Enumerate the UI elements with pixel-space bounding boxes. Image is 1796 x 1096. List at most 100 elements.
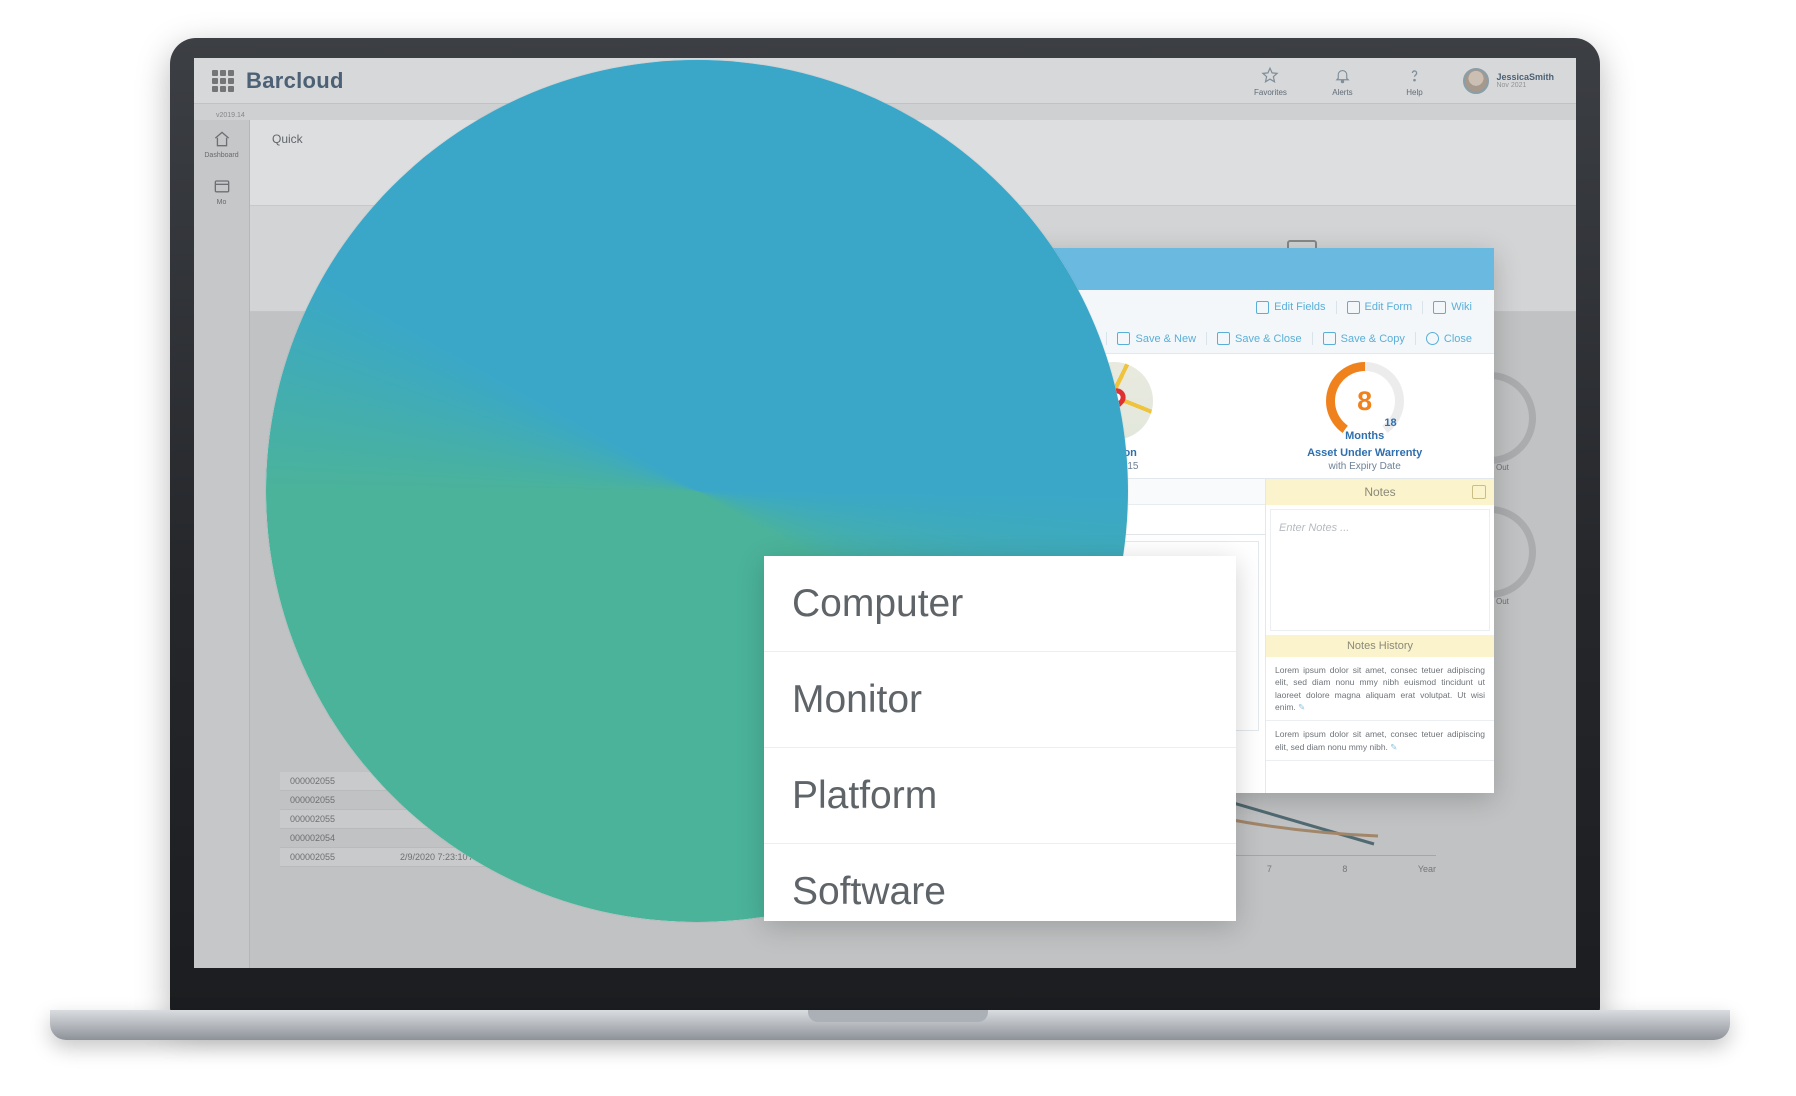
model-dropdown-menu: Computer Monitor Platform Software [764, 556, 1236, 921]
help-button[interactable]: Help [1391, 64, 1437, 97]
section-warranty-maintenance[interactable]: Warranty/Maintenance [438, 774, 729, 807]
list-item: 000002055 [376, 840, 427, 851]
edit-fields-button[interactable]: Edit Fields [1246, 300, 1337, 314]
gauge-total: 18 [1384, 417, 1397, 429]
save-close-icon [1217, 332, 1231, 345]
magnified-form: Asset # Model Choose a Model Asset Name [266, 272, 1128, 504]
notes-history-text: Lorem ipsum dolor sit amet, consec tetue… [1275, 665, 1485, 712]
save-copy-icon [1322, 332, 1336, 345]
sidebar-label-modules: Mo [216, 199, 227, 206]
label-model: Model [356, 341, 441, 376]
user-menu[interactable]: JessicaSmith Nov 2021 [1463, 67, 1554, 94]
dropdown-option-software[interactable]: Software [764, 844, 1236, 940]
save-notes-icon[interactable] [1472, 485, 1486, 499]
notes-history-text: Lorem ipsum dolor sit amet, consec tetue… [1275, 729, 1485, 752]
edit-fields-label: Edit Fields [1274, 301, 1326, 313]
notes-placeholder: Enter Notes ... [1279, 522, 1350, 534]
list-item: 000002055 [376, 880, 427, 891]
asset-name-input[interactable] [686, 399, 1016, 435]
help-label: Help [1406, 88, 1423, 97]
notes-panel: Notes Enter Notes ... Notes History Lore… [1266, 479, 1494, 793]
home-icon [210, 128, 234, 150]
magnified-header-bg [266, 168, 1128, 268]
save-new-label: Save & New [1135, 332, 1197, 345]
sidebar-item-modules[interactable]: Mo [195, 175, 249, 206]
notes-history-header: Notes History [1266, 635, 1494, 657]
user-name: JessicaSmith [1496, 71, 1554, 82]
field-row-asset-number: Asset # [266, 272, 1128, 330]
list-item: 000002055 [376, 820, 427, 831]
acquisition-type-value: Purchase [686, 457, 801, 487]
magnified-table-rows: 000002055 000002055 000002055 000002054 … [376, 796, 426, 896]
edit-form-icon [1346, 300, 1360, 314]
section-general[interactable]: General [352, 632, 455, 665]
edit-note-icon[interactable]: ✎ [1298, 702, 1305, 712]
card-warranty[interactable]: 8 18 Months Asset Under Warrenty with Ex… [1285, 362, 1445, 472]
gauge-unit: Months [1345, 430, 1385, 442]
topbar-actions: Favorites Alerts Help JessicaSmith Nov 2… [1247, 64, 1554, 97]
laptop-notch [808, 1010, 988, 1022]
avatar [1463, 67, 1490, 94]
label-asset-number: Asset # [356, 283, 460, 318]
laptop-screen: Barcloud Favorites Alerts [194, 58, 1576, 968]
magnified-header-band [266, 60, 1128, 168]
close-button[interactable]: Close [1416, 332, 1482, 345]
card-title: Asset Under Warrenty [1307, 447, 1423, 459]
warranty-gauge: 8 18 Months [1325, 362, 1404, 442]
sidebar-item-dashboard[interactable]: Dashboard [195, 128, 249, 159]
dropdown-option-monitor[interactable]: Monitor [764, 652, 1236, 748]
field-row-acquisition-type: Acquisition Type Purchase [266, 446, 1128, 504]
wiki-label: Wiki [1451, 301, 1472, 313]
alerts-button[interactable]: Alerts [1319, 64, 1365, 97]
label-acquisition-type: Acquisition Type [356, 457, 582, 492]
grid-menu-icon[interactable] [212, 69, 234, 92]
version-text: v2019.14 [216, 112, 245, 119]
dropdown-option-computer[interactable]: Computer [764, 556, 1236, 652]
section-purchase-information[interactable]: Purchase Information [326, 700, 602, 733]
notes-history-item[interactable]: Lorem ipsum dolor sit amet, consec tetue… [1266, 657, 1494, 722]
gauge-value: 8 [1357, 385, 1373, 416]
star-icon [1261, 64, 1280, 86]
model-select[interactable]: Choose a Model [686, 341, 1016, 377]
save-close-button[interactable]: Save & Close [1207, 332, 1313, 345]
list-item: 000002054 [376, 860, 427, 871]
model-placeholder: Choose a Model [686, 341, 883, 371]
field-row-model: Model Choose a Model [266, 330, 1128, 388]
folder-icon [210, 175, 234, 197]
edit-note-icon[interactable]: ✎ [1390, 742, 1397, 752]
save-copy-button[interactable]: Save & Copy [1313, 332, 1416, 345]
left-sidebar: Dashboard Mo [194, 120, 250, 968]
favorites-label: Favorites [1254, 88, 1287, 97]
close-circle-icon [1425, 332, 1439, 345]
dropdown-option-platform[interactable]: Platform [764, 748, 1236, 844]
field-row-asset-name: Asset Name [266, 388, 1128, 446]
x-tick: 7 [1266, 864, 1272, 874]
close-label: Close [1443, 332, 1472, 345]
edit-fields-icon [1256, 300, 1270, 314]
edit-form-button[interactable]: Edit Form [1337, 300, 1424, 314]
save-copy-label: Save & Copy [1340, 332, 1405, 345]
notes-input[interactable]: Enter Notes ... [1270, 509, 1490, 631]
label-asset-name: Asset Name [356, 399, 525, 434]
x-tick: 8 [1342, 864, 1348, 874]
list-item: 000002055 [376, 800, 427, 811]
wiki-icon [1433, 300, 1447, 314]
save-close-label: Save & Close [1235, 332, 1302, 345]
page-title: Asset [402, 139, 588, 224]
notes-title: Notes [1364, 485, 1396, 499]
question-mark-icon [1406, 64, 1423, 86]
screenshot-stage: Barcloud Favorites Alerts [0, 0, 1796, 1096]
wiki-button[interactable]: Wiki [1423, 300, 1482, 314]
edit-form-label: Edit Form [1364, 301, 1413, 313]
user-subtitle: Nov 2021 [1496, 82, 1527, 90]
notes-history-item[interactable]: Lorem ipsum dolor sit amet, consec tetue… [1266, 721, 1494, 761]
sidebar-label-dashboard: Dashboard [204, 152, 239, 159]
card-subtitle: with Expiry Date [1328, 461, 1401, 472]
bell-icon [1334, 64, 1351, 86]
favorites-button[interactable]: Favorites [1247, 64, 1293, 97]
asset-number-input[interactable] [686, 278, 1016, 324]
notes-history-title: Notes History [1346, 640, 1414, 652]
notes-header: Notes [1266, 479, 1494, 505]
acquisition-type-select[interactable]: Purchase [686, 457, 1016, 493]
chart-x-label: Year [1417, 864, 1436, 874]
